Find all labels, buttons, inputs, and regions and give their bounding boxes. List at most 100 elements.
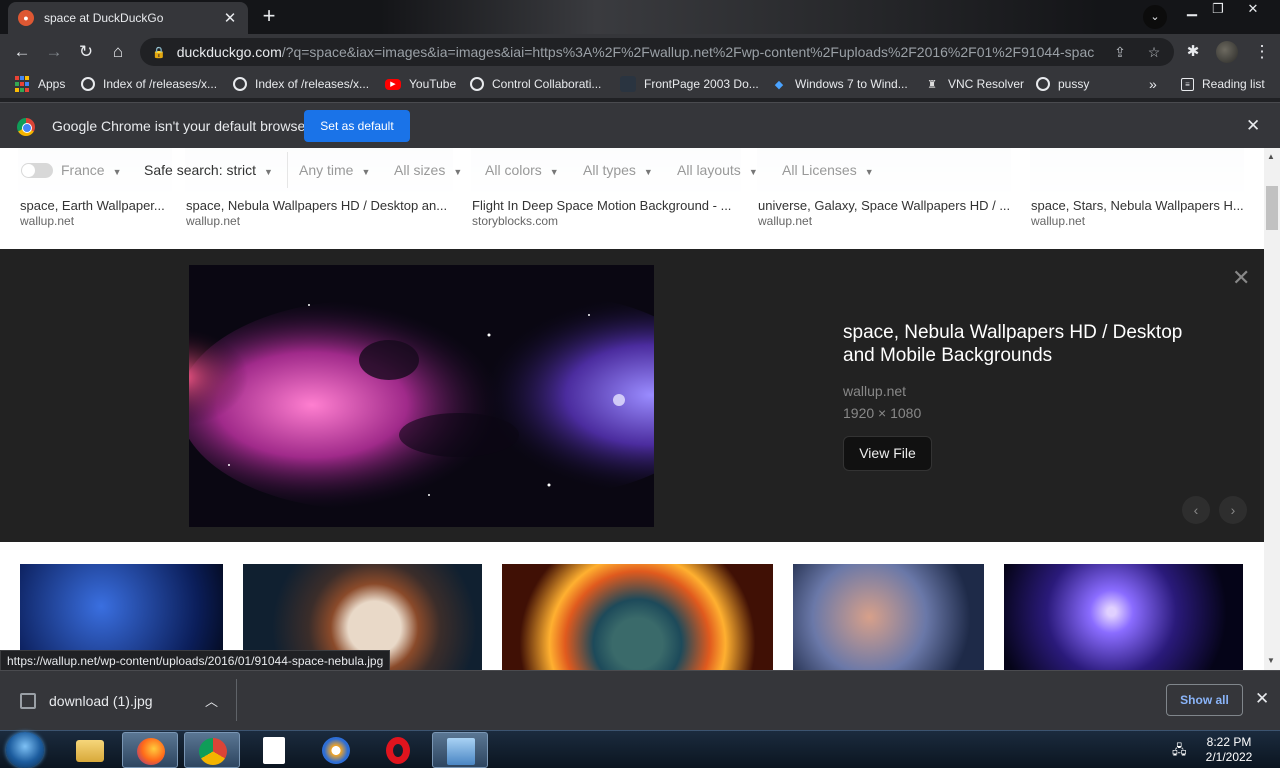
address-bar[interactable]: 🔒 duckduckgo.com /?q=space&iax=images&ia…: [140, 38, 1174, 66]
duckduckgo-favicon-icon: ●: [18, 10, 34, 26]
safe-search-filter[interactable]: Safe search: strict ▼: [144, 162, 273, 178]
size-label: All sizes: [394, 162, 446, 178]
bookmark-item[interactable]: pussy: [1036, 75, 1089, 93]
browser-tab[interactable]: ● space at DuckDuckGo ✕: [8, 2, 248, 34]
bookmark-apps[interactable]: Apps: [14, 75, 65, 93]
forward-button[interactable]: →: [42, 40, 66, 64]
result-caption[interactable]: space, Stars, Nebula Wallpapers H...: [1031, 198, 1246, 213]
dropdown-arrow-icon: ▼: [361, 167, 371, 177]
download-options-chevron-icon[interactable]: ︿: [205, 691, 218, 710]
more-bookmarks-button[interactable]: »: [1149, 75, 1157, 93]
reload-button[interactable]: ↻: [74, 40, 98, 64]
new-tab-button[interactable]: +: [258, 5, 280, 28]
bookmark-item[interactable]: ◆ Windows 7 to Wind...: [771, 75, 908, 93]
dropdown-arrow-icon: ▼: [112, 167, 122, 177]
close-downloads-icon[interactable]: ✕: [1255, 689, 1269, 709]
bookmark-item[interactable]: Index of /releases/x...: [233, 75, 369, 93]
time-filter[interactable]: Any time ▼: [299, 162, 370, 178]
bookmark-item[interactable]: ♜ VNC Resolver: [924, 75, 1024, 93]
lock-icon: 🔒: [152, 46, 166, 59]
share-icon[interactable]: ⇪: [1110, 42, 1130, 62]
type-filter[interactable]: All types ▼: [583, 162, 653, 178]
license-filter[interactable]: All Licenses ▼: [782, 162, 874, 178]
layout-label: All layouts: [677, 162, 741, 178]
result-source: wallup.net: [186, 214, 241, 228]
region-filter[interactable]: France ▼: [61, 162, 122, 178]
dropdown-arrow-icon: ▼: [264, 167, 273, 177]
bookmark-item[interactable]: FrontPage 2003 Do...: [620, 75, 759, 93]
layout-filter[interactable]: All layouts ▼: [677, 162, 758, 178]
result-caption[interactable]: universe, Galaxy, Space Wallpapers HD / …: [758, 198, 1010, 213]
dropdown-arrow-icon: ▼: [748, 167, 758, 177]
result-caption[interactable]: Flight In Deep Space Motion Background -…: [472, 198, 732, 213]
size-filter[interactable]: All sizes ▼: [394, 162, 462, 178]
result-source: storyblocks.com: [472, 214, 559, 228]
start-button[interactable]: [6, 732, 44, 768]
extensions-puzzle-icon[interactable]: ✱: [1181, 40, 1205, 64]
result-thumbnail[interactable]: [793, 564, 984, 670]
tab-search-button[interactable]: ⌄: [1143, 5, 1167, 29]
dropdown-arrow-icon: ▼: [453, 167, 463, 177]
dropdown-arrow-icon: ▼: [643, 167, 653, 177]
bookmark-youtube[interactable]: ▶ YouTube: [385, 75, 456, 93]
reading-list-button[interactable]: ≡ Reading list: [1181, 75, 1265, 93]
taskbar-remote-desktop[interactable]: [432, 732, 488, 768]
view-file-button[interactable]: View File: [843, 436, 932, 471]
back-button[interactable]: ←: [10, 40, 34, 64]
bookmark-item[interactable]: Control Collaborati...: [470, 75, 601, 93]
detail-source[interactable]: wallup.net: [843, 383, 906, 399]
color-filter[interactable]: All colors ▼: [485, 162, 559, 178]
nebula-preview-image[interactable]: [189, 265, 654, 527]
globe-icon: [81, 77, 95, 91]
result-thumbnail[interactable]: [502, 564, 773, 670]
minimize-button[interactable]: ▁: [1179, 0, 1205, 20]
taskbar-firefox[interactable]: [122, 732, 178, 768]
globe-icon: [233, 77, 247, 91]
url-host: duckduckgo.com: [176, 44, 282, 60]
scrollbar-thumb[interactable]: [1266, 186, 1278, 230]
region-toggle[interactable]: [21, 163, 53, 178]
taskbar-app[interactable]: [308, 732, 364, 768]
bookmark-star-icon[interactable]: ☆: [1144, 42, 1164, 62]
download-filename[interactable]: download (1).jpg: [49, 693, 153, 709]
scroll-down-icon[interactable]: ▼: [1267, 656, 1275, 665]
clock-time: 8:22 PM: [1206, 735, 1252, 749]
page-scrollbar[interactable]: ▲ ▼: [1264, 148, 1280, 670]
taskbar-explorer[interactable]: [62, 732, 118, 768]
profile-avatar[interactable]: [1216, 41, 1238, 63]
scroll-up-icon[interactable]: ▲: [1267, 152, 1275, 161]
downloads-bar: download (1).jpg ︿ Show all ✕: [0, 670, 1280, 730]
vnc-icon: ♜: [927, 78, 937, 91]
result-source: wallup.net: [1031, 214, 1086, 228]
dropdown-arrow-icon: ▼: [549, 167, 559, 177]
filter-divider: [287, 152, 288, 188]
close-infobar-icon[interactable]: ✕: [1246, 116, 1260, 136]
result-caption[interactable]: space, Earth Wallpaper...: [20, 198, 170, 213]
system-clock[interactable]: 8:22 PM 2/1/2022: [1196, 735, 1262, 765]
globe-icon: [1036, 77, 1050, 91]
image-detail-panel: ✕ space, Nebula Wallpapers HD / Desktop …: [0, 249, 1264, 542]
safe-search-label: Safe search: strict: [144, 162, 257, 178]
restore-button[interactable]: ❐: [1205, 0, 1231, 20]
bookmark-label: FrontPage 2003 Do...: [644, 77, 759, 91]
window-close-button[interactable]: ✕: [1240, 0, 1266, 20]
close-tab-icon[interactable]: ✕: [222, 9, 238, 27]
network-icon[interactable]: 🖧: [1172, 741, 1187, 763]
result-thumbnail[interactable]: [1004, 564, 1243, 670]
previous-image-button[interactable]: ‹: [1182, 496, 1210, 524]
bookmark-label: pussy: [1058, 77, 1090, 91]
taskbar-opera[interactable]: [370, 732, 426, 768]
taskbar-notepad[interactable]: [246, 732, 302, 768]
menu-kebab-icon[interactable]: ⋮: [1250, 40, 1274, 64]
bookmark-item[interactable]: Index of /releases/x...: [81, 75, 217, 93]
show-all-downloads-button[interactable]: Show all: [1166, 684, 1243, 716]
window-background: [380, 0, 1100, 34]
next-image-button[interactable]: ›: [1219, 496, 1247, 524]
set-as-default-button[interactable]: Set as default: [304, 110, 410, 142]
taskbar-chrome[interactable]: [184, 732, 240, 768]
result-caption[interactable]: space, Nebula Wallpapers HD / Desktop an…: [186, 198, 446, 213]
close-detail-icon[interactable]: ✕: [1232, 265, 1250, 291]
home-button[interactable]: ⌂: [106, 40, 130, 64]
image-file-icon: [20, 693, 36, 709]
filter-bar: France ▼ Safe search: strict ▼ Any time ▼ A…: [0, 148, 1264, 192]
